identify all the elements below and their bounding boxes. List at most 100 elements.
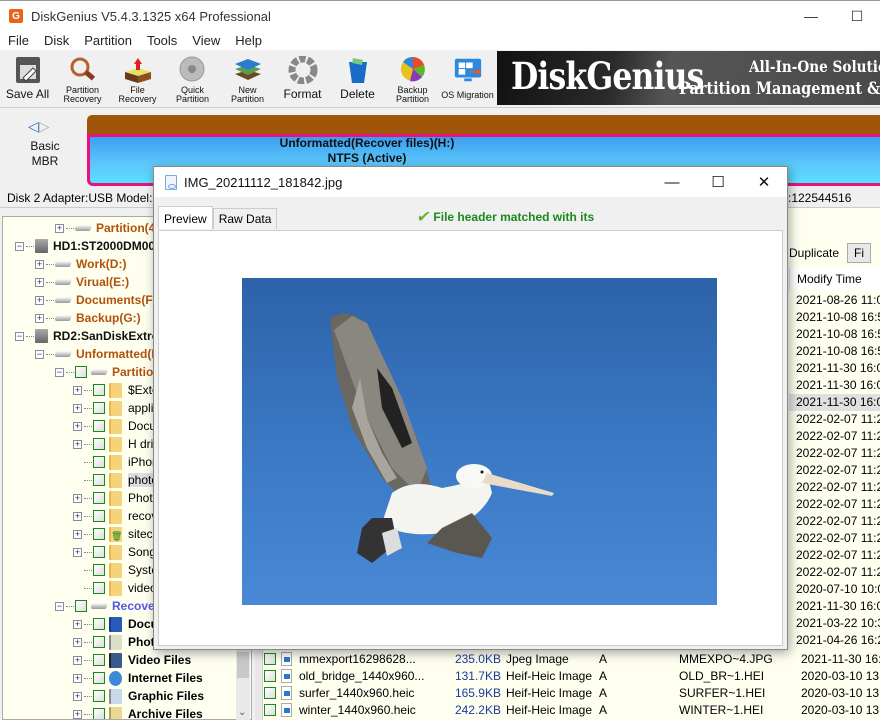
tree-item[interactable]: + Graphic Files <box>73 687 204 705</box>
scroll-down-icon[interactable]: ⌄ <box>238 707 246 718</box>
checkbox[interactable] <box>93 654 105 666</box>
menu-view[interactable]: View <box>184 33 227 48</box>
tree-item[interactable]: + Songs <box>73 543 162 561</box>
checkbox[interactable] <box>93 420 105 432</box>
quick-partition-button[interactable]: Quick Partition <box>165 50 220 106</box>
modify-time-cell[interactable]: 2021-11-30 16:03 <box>789 394 880 411</box>
tree-item[interactable]: + siteco 🗑 <box>73 525 159 543</box>
checkbox[interactable] <box>93 492 105 504</box>
expander-icon[interactable]: + <box>73 439 82 449</box>
modify-time-cell[interactable]: 2021-03-22 10:33 <box>796 615 880 632</box>
next-disk-icon[interactable]: ▷ <box>39 118 50 134</box>
expander-icon[interactable]: − <box>55 367 64 377</box>
expander-icon[interactable]: + <box>73 655 82 665</box>
menu-file[interactable]: File <box>0 33 36 48</box>
tree-item[interactable]: + applic <box>73 399 159 417</box>
partition-recovery-button[interactable]: Partition Recovery <box>55 50 110 106</box>
new-partition-button[interactable]: New Partition <box>220 50 275 106</box>
expander-icon[interactable]: + <box>73 709 82 719</box>
checkbox[interactable] <box>75 600 87 612</box>
expander-icon[interactable]: + <box>73 673 82 683</box>
modify-time-cell[interactable]: 2021-04-26 16:27 <box>796 632 880 649</box>
expander-icon[interactable]: − <box>55 601 64 611</box>
menu-tools[interactable]: Tools <box>139 33 184 48</box>
checkbox[interactable] <box>93 564 105 576</box>
file-recovery-button[interactable]: File Recovery <box>110 50 165 106</box>
checkbox[interactable] <box>264 703 276 716</box>
minimize-button[interactable]: — <box>788 1 834 31</box>
tree-scrollbar[interactable]: ⌄ <box>236 640 250 720</box>
tree-item[interactable]: + Video Files <box>73 651 191 669</box>
expander-icon[interactable]: + <box>73 547 82 557</box>
modify-time-cell[interactable]: 2022-02-07 11:24 <box>796 462 880 479</box>
modify-time-cell[interactable]: 2022-02-07 11:24 <box>796 411 880 428</box>
os-migration-button[interactable]: OS Migration <box>440 50 495 106</box>
tree-item[interactable]: photo <box>73 471 163 489</box>
prev-disk-icon[interactable]: ◁ <box>28 118 39 134</box>
checkbox[interactable] <box>93 438 105 450</box>
expander-icon[interactable]: + <box>35 295 44 305</box>
tree-item[interactable]: − RD2:SanDiskExtrer <box>15 327 163 345</box>
tree-item[interactable]: + recove <box>73 507 164 525</box>
expander-icon[interactable]: + <box>73 403 82 413</box>
modify-time-cell[interactable]: 2021-10-08 16:50 <box>796 343 880 360</box>
modify-time-cell[interactable]: 2022-02-07 11:24 <box>796 496 880 513</box>
expander-icon[interactable]: + <box>73 637 82 647</box>
tree-item[interactable]: − HD1:ST2000DM00 <box>15 237 155 255</box>
tree-item[interactable]: − Unformatted(R <box>35 345 160 363</box>
tree-item[interactable]: videos <box>73 579 163 597</box>
tree-item[interactable]: + Documents(F:) <box>35 291 161 309</box>
modify-time-cell[interactable]: 2021-10-08 16:50 <box>796 309 880 326</box>
checkbox[interactable] <box>93 708 105 719</box>
modify-time-cell[interactable]: 2022-02-07 11:24 <box>796 564 880 581</box>
checkbox[interactable] <box>93 618 105 630</box>
modify-time-cell[interactable]: 2021-11-30 16:05 <box>796 360 880 377</box>
format-button[interactable]: Format <box>275 50 330 106</box>
tree-item[interactable]: + Internet Files <box>73 669 203 687</box>
checkbox[interactable] <box>264 652 276 665</box>
tree-item[interactable]: + Archive Files <box>73 705 203 719</box>
delete-button[interactable]: Delete <box>330 50 385 106</box>
tree-item[interactable]: + H driv <box>73 435 159 453</box>
filter-button[interactable]: Fi <box>847 243 872 263</box>
modify-time-cell[interactable]: 2021-11-30 16:03 <box>796 598 880 615</box>
checkbox[interactable] <box>75 366 87 378</box>
checkbox[interactable] <box>93 690 105 702</box>
modify-time-cell[interactable]: 2022-02-07 11:24 <box>796 445 880 462</box>
expander-icon[interactable]: + <box>35 277 44 287</box>
tree-item[interactable]: − Partition( <box>55 363 165 381</box>
modify-time-cell[interactable]: 2021-11-30 16:05 <box>796 377 880 394</box>
expander-icon[interactable]: + <box>73 511 82 521</box>
modify-time-cell[interactable]: 2021-08-26 11:08 <box>796 292 880 309</box>
tree-item[interactable]: iPhon <box>73 453 159 471</box>
column-header-modify-time[interactable]: Modify Time <box>789 268 880 290</box>
tree-item[interactable]: + Docur <box>73 417 160 435</box>
modify-time-cell[interactable]: 2022-02-07 11:24 <box>796 547 880 564</box>
dialog-minimize-button[interactable]: — <box>649 167 695 197</box>
tree-item[interactable]: − Recovere <box>55 597 166 615</box>
tree-item[interactable]: + Backup(G:) <box>35 309 141 327</box>
maximize-button[interactable]: ☐ <box>834 1 880 31</box>
tab-raw-data[interactable]: Raw Data <box>212 208 278 229</box>
scrollbar-thumb[interactable] <box>237 652 249 678</box>
tree-item[interactable]: + Work(D:) <box>35 255 126 273</box>
expander-icon[interactable]: + <box>35 313 44 323</box>
file-row[interactable]: old_bridge_1440x960... 131.7KB Heif-Heic I… <box>263 667 880 684</box>
tree-item[interactable]: + $Exter <box>73 381 163 399</box>
expander-icon[interactable]: − <box>15 241 24 251</box>
expander-icon[interactable]: + <box>73 619 82 629</box>
checkbox[interactable] <box>264 669 276 682</box>
menu-help[interactable]: Help <box>227 33 269 48</box>
checkbox[interactable] <box>93 582 105 594</box>
menu-partition[interactable]: Partition <box>76 33 139 48</box>
save-all-button[interactable]: Save All <box>0 50 55 106</box>
tree-item[interactable]: + Photo <box>73 633 162 651</box>
backup-partition-button[interactable]: Backup Partition <box>385 50 440 106</box>
file-row[interactable]: winter_1440x960.heic 242.2KB Heif-Heic Ima… <box>263 701 880 718</box>
modify-time-cell[interactable]: 2022-02-07 11:24 <box>796 513 880 530</box>
dialog-maximize-button[interactable]: ☐ <box>695 167 741 197</box>
expander-icon[interactable]: + <box>55 223 64 233</box>
file-row[interactable]: surfer_1440x960.heic 165.9KB Heif-Heic Ima… <box>263 684 880 701</box>
checkbox[interactable] <box>93 672 105 684</box>
checkbox[interactable] <box>93 384 105 396</box>
